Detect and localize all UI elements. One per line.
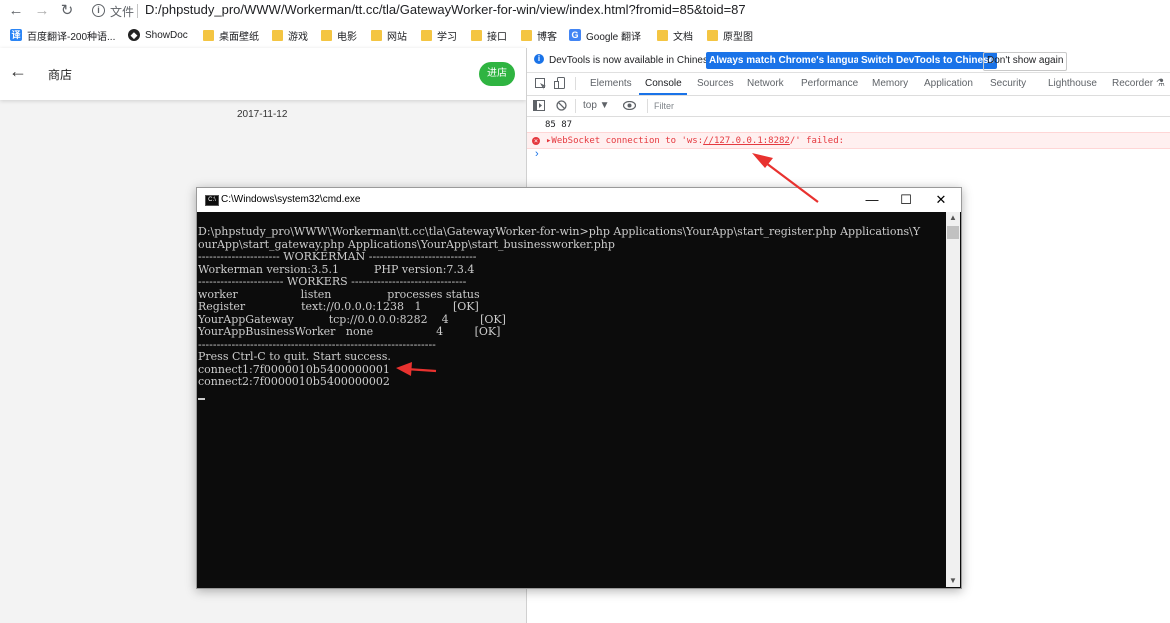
annotation-arrow-icon <box>396 362 437 376</box>
annotation-layer <box>396 153 819 376</box>
annotation-arrow-icon <box>752 153 819 203</box>
